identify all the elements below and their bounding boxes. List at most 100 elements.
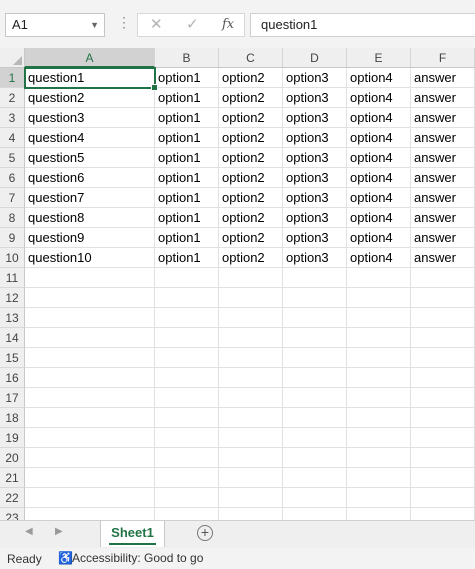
cell[interactable]: [25, 348, 155, 368]
cell[interactable]: answer: [411, 168, 475, 188]
cell[interactable]: option3: [283, 128, 347, 148]
column-header[interactable]: C: [219, 48, 283, 68]
cell[interactable]: option1: [155, 228, 219, 248]
row-header[interactable]: 15: [0, 348, 25, 368]
cell[interactable]: [155, 448, 219, 468]
cell[interactable]: [25, 288, 155, 308]
scroll-left-icon[interactable]: ◀: [25, 526, 33, 537]
cell[interactable]: [155, 268, 219, 288]
more-options-icon[interactable]: ⋮: [117, 14, 131, 31]
column-header[interactable]: B: [155, 48, 219, 68]
cell[interactable]: [347, 468, 411, 488]
cell[interactable]: [411, 408, 475, 428]
cell[interactable]: [219, 468, 283, 488]
row-header[interactable]: 5: [0, 148, 25, 168]
cell[interactable]: [347, 348, 411, 368]
cell[interactable]: [411, 388, 475, 408]
cell[interactable]: option4: [347, 188, 411, 208]
cell[interactable]: [219, 308, 283, 328]
column-header[interactable]: E: [347, 48, 411, 68]
cell[interactable]: option2: [219, 68, 283, 88]
cell[interactable]: [219, 408, 283, 428]
cell[interactable]: [155, 308, 219, 328]
cell[interactable]: [219, 388, 283, 408]
cell[interactable]: question7: [25, 188, 155, 208]
cell[interactable]: [411, 328, 475, 348]
add-sheet-icon[interactable]: +: [197, 525, 213, 541]
column-header[interactable]: D: [283, 48, 347, 68]
cell[interactable]: option1: [155, 88, 219, 108]
cell[interactable]: option3: [283, 68, 347, 88]
row-header[interactable]: 17: [0, 388, 25, 408]
cell[interactable]: option3: [283, 208, 347, 228]
cell[interactable]: option4: [347, 168, 411, 188]
cell[interactable]: [283, 448, 347, 468]
select-all-button[interactable]: [0, 48, 25, 68]
row-header[interactable]: 1: [0, 68, 25, 88]
cell[interactable]: [219, 348, 283, 368]
cell[interactable]: [25, 308, 155, 328]
cell[interactable]: [347, 428, 411, 448]
cell[interactable]: [411, 488, 475, 508]
cell[interactable]: question9: [25, 228, 155, 248]
column-header[interactable]: F: [411, 48, 475, 68]
cell[interactable]: answer: [411, 248, 475, 268]
row-header[interactable]: 20: [0, 448, 25, 468]
cell[interactable]: option2: [219, 108, 283, 128]
cell[interactable]: [411, 268, 475, 288]
row-header[interactable]: 7: [0, 188, 25, 208]
accessibility-status[interactable]: ♿Accessibility: Good to go: [58, 551, 203, 565]
cell[interactable]: option1: [155, 128, 219, 148]
cell[interactable]: option1: [155, 148, 219, 168]
cell[interactable]: answer: [411, 108, 475, 128]
cell[interactable]: option3: [283, 108, 347, 128]
cell[interactable]: [25, 408, 155, 428]
cell[interactable]: option4: [347, 68, 411, 88]
cell[interactable]: [25, 448, 155, 468]
row-header[interactable]: 19: [0, 428, 25, 448]
cell[interactable]: option2: [219, 228, 283, 248]
row-header[interactable]: 12: [0, 288, 25, 308]
cell[interactable]: option1: [155, 188, 219, 208]
cell[interactable]: [283, 308, 347, 328]
cell[interactable]: [347, 328, 411, 348]
cell[interactable]: [25, 328, 155, 348]
cell[interactable]: option4: [347, 148, 411, 168]
insert-function-icon[interactable]: fx: [222, 17, 234, 32]
scroll-right-icon[interactable]: ▶: [55, 526, 63, 537]
cell[interactable]: [283, 408, 347, 428]
cell[interactable]: [155, 328, 219, 348]
cell[interactable]: option4: [347, 248, 411, 268]
cell[interactable]: option1: [155, 168, 219, 188]
cell[interactable]: option3: [283, 228, 347, 248]
cell[interactable]: question1: [25, 68, 155, 88]
cell[interactable]: [25, 488, 155, 508]
row-header[interactable]: 3: [0, 108, 25, 128]
cell[interactable]: [347, 488, 411, 508]
cell[interactable]: [25, 468, 155, 488]
cell[interactable]: [347, 308, 411, 328]
cell[interactable]: option3: [283, 248, 347, 268]
cell[interactable]: [155, 388, 219, 408]
row-header[interactable]: 13: [0, 308, 25, 328]
cell[interactable]: question8: [25, 208, 155, 228]
cell[interactable]: [283, 388, 347, 408]
cell[interactable]: option4: [347, 208, 411, 228]
cell[interactable]: [347, 448, 411, 468]
cell[interactable]: option1: [155, 68, 219, 88]
row-header[interactable]: 2: [0, 88, 25, 108]
cell[interactable]: [283, 428, 347, 448]
row-header[interactable]: 14: [0, 328, 25, 348]
cell[interactable]: [219, 368, 283, 388]
cell[interactable]: option4: [347, 228, 411, 248]
cell[interactable]: [411, 448, 475, 468]
cell[interactable]: option2: [219, 148, 283, 168]
enter-icon[interactable]: ✓: [186, 15, 199, 33]
row-header[interactable]: 11: [0, 268, 25, 288]
cell[interactable]: [25, 368, 155, 388]
cell[interactable]: [155, 348, 219, 368]
cell[interactable]: [155, 428, 219, 448]
cell[interactable]: [347, 368, 411, 388]
cell[interactable]: option2: [219, 128, 283, 148]
cell[interactable]: option2: [219, 88, 283, 108]
